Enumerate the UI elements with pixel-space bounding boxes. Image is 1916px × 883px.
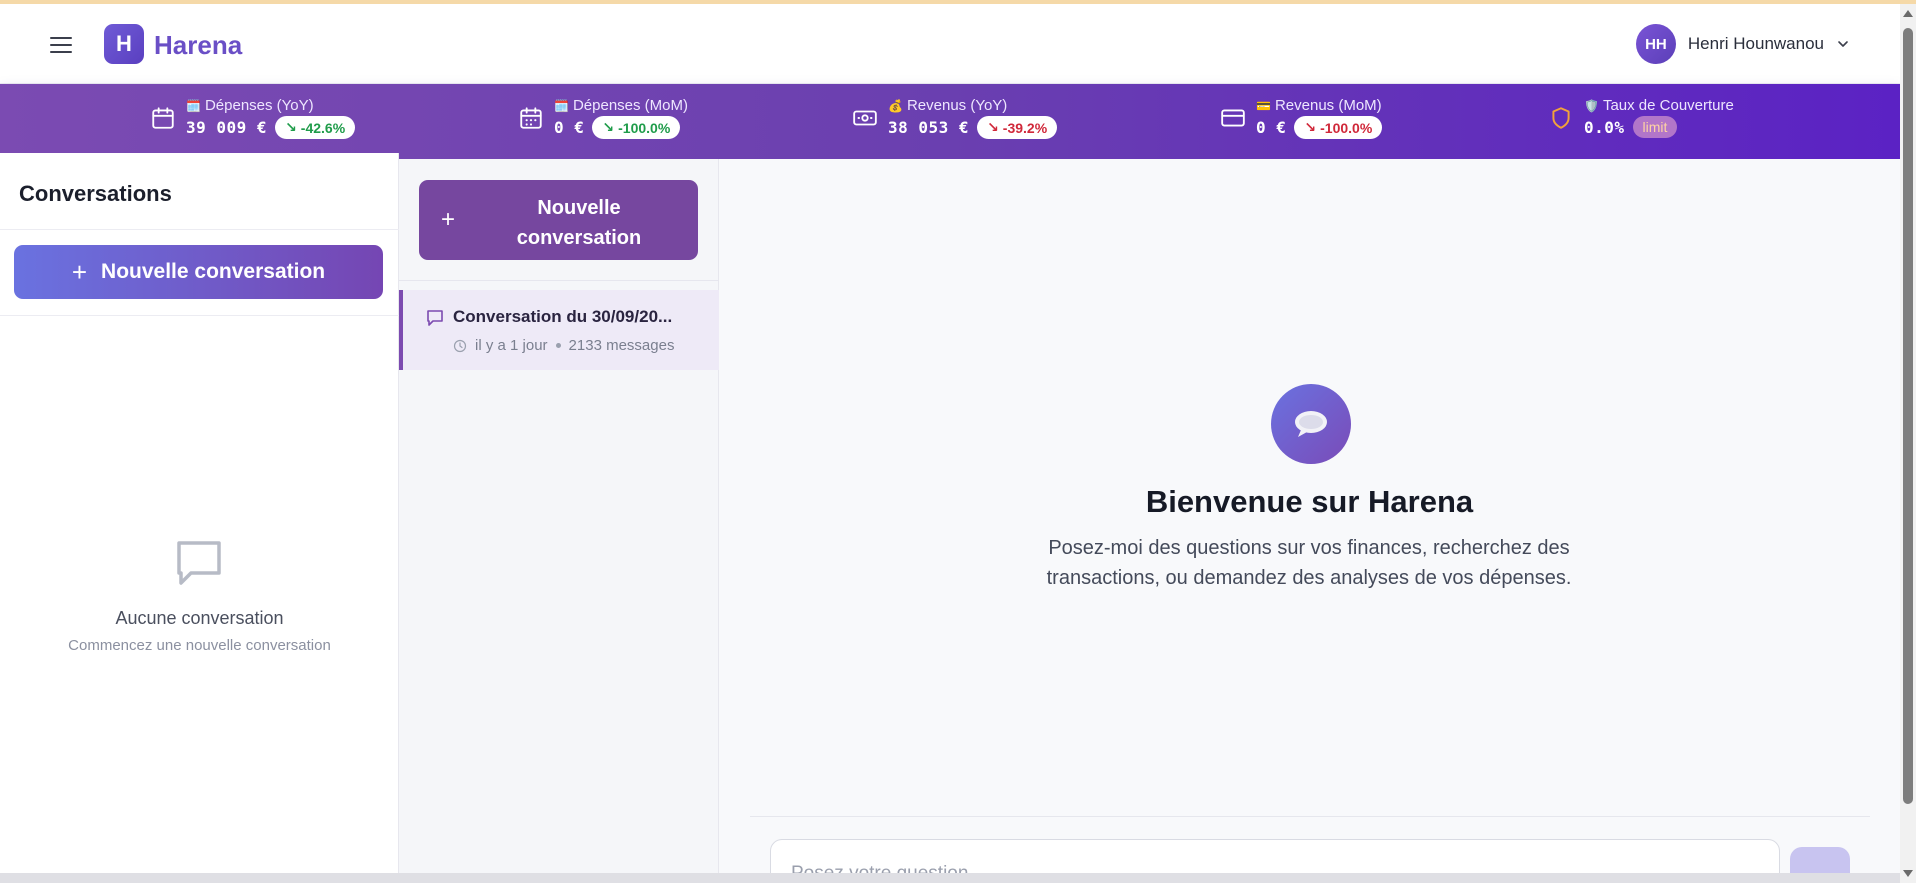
stat-coverage-rate: 🛡️ Taux de Couverture 0.0% limit — [1548, 97, 1734, 138]
calendar-icon — [520, 107, 542, 129]
sidebar-title: Conversations — [19, 181, 172, 206]
stat-label: Dépenses (YoY) — [204, 97, 314, 114]
conversation-list-panel: + Nouvelle conversation Conversation du … — [399, 159, 719, 883]
user-name: Henri Hounwanou — [1687, 34, 1824, 53]
stat-emoji: 🛡️ — [1584, 98, 1599, 113]
new-conversation-label: Nouvelle conversation — [516, 197, 642, 249]
scroll-thumb[interactable] — [1903, 28, 1913, 804]
stat-value: 38 053 € — [888, 118, 970, 137]
speech-bubble-icon — [1271, 384, 1351, 464]
plus-icon: + — [71, 257, 88, 287]
shield-icon — [1552, 106, 1570, 129]
logo-badge: H — [104, 24, 144, 64]
trend-badge: ↘ -100.0% — [1294, 116, 1383, 139]
scroll-up-arrow[interactable] — [1903, 10, 1913, 17]
stat-emoji: 🗓️ — [554, 98, 569, 113]
card-icon — [1221, 109, 1245, 127]
divider — [0, 315, 399, 316]
chat-main-area: Bienvenue sur Harena Posez-moi des quest… — [719, 159, 1900, 883]
empty-state-title: Aucune conversation — [115, 608, 284, 628]
clock-icon — [453, 339, 467, 352]
stat-emoji: 💰 — [888, 98, 903, 113]
stat-value: 0 € — [554, 118, 585, 137]
welcome-text: Posez-moi des questions sur vos finances… — [1046, 537, 1572, 589]
stat-emoji: 🗓️ — [186, 98, 201, 113]
trend-badge: ↘ -100.0% — [592, 116, 681, 139]
avatar: HH — [1635, 24, 1676, 64]
empty-state-subtitle: Commencez une nouvelle conversation — [68, 637, 331, 654]
user-menu[interactable]: HH Henri Hounwanou — [1635, 24, 1850, 64]
stat-label: Revenus (YoY) — [906, 97, 1008, 114]
welcome-title: Bienvenue sur Harena — [1145, 484, 1474, 519]
calendar-icon — [152, 107, 174, 129]
conversation-title: Conversation du 30/09/20... — [453, 307, 673, 326]
separator-dot — [555, 343, 561, 348]
conversation-time: il y a 1 jour — [475, 337, 548, 354]
divider — [399, 280, 719, 281]
new-conversation-button-secondary[interactable]: + Nouvelle conversation — [419, 180, 698, 260]
stat-label: Taux de Couverture — [1602, 97, 1734, 114]
plus-icon: + — [441, 206, 456, 233]
chevron-down-icon — [1838, 41, 1848, 47]
stat-value: 0.0% — [1584, 117, 1625, 137]
stat-emoji: 💳 — [1256, 98, 1271, 113]
scroll-down-arrow[interactable] — [1903, 870, 1913, 877]
app-header: H Harena HH Henri Hounwanou — [0, 4, 1900, 84]
chat-bubble-icon — [177, 541, 221, 585]
trend-badge: ↘ -39.2% — [977, 116, 1058, 139]
trend-badge: ↘ -42.6% — [275, 116, 356, 139]
new-conversation-label: Nouvelle conversation — [101, 260, 326, 283]
stat-expenses-yoy: 🗓️ Dépenses (YoY) 39 009 € ↘ -42.6% — [150, 97, 356, 139]
limit-badge: limit — [1632, 116, 1678, 138]
page-scrollbar[interactable] — [1900, 4, 1916, 883]
conversation-list-item[interactable]: Conversation du 30/09/20... il y a 1 jou… — [399, 290, 719, 370]
app-name[interactable]: Harena — [154, 30, 242, 61]
conversation-meta: il y a 1 jour 2133 messages — [453, 337, 674, 354]
stat-value: 0 € — [1256, 118, 1287, 137]
divider — [750, 816, 1870, 817]
stat-value: 39 009 € — [186, 118, 268, 137]
cash-icon — [853, 110, 877, 126]
stats-bar: 🗓️ Dépenses (YoY) 39 009 € ↘ -42.6% 🗓️ Dép… — [0, 84, 1900, 159]
stat-income-mom: 💳 Revenus (MoM) 0 € ↘ -100.0% — [1220, 97, 1383, 139]
chat-bubble-icon — [427, 310, 443, 326]
window-bottom-strip — [0, 873, 1900, 883]
conversations-sidebar: Conversations + Nouvelle conversation Au… — [0, 153, 399, 883]
message-count: 2133 messages — [568, 337, 675, 354]
stat-income-yoy: 💰 Revenus (YoY) 38 053 € ↘ -39.2% — [852, 97, 1058, 139]
menu-icon[interactable] — [48, 33, 74, 57]
new-conversation-button[interactable]: + Nouvelle conversation — [14, 245, 383, 299]
stat-label: Revenus (MoM) — [1274, 97, 1382, 114]
stat-expenses-mom: 🗓️ Dépenses (MoM) 0 € ↘ -100.0% — [518, 97, 688, 139]
stat-label: Dépenses (MoM) — [572, 97, 688, 114]
divider — [0, 229, 399, 230]
